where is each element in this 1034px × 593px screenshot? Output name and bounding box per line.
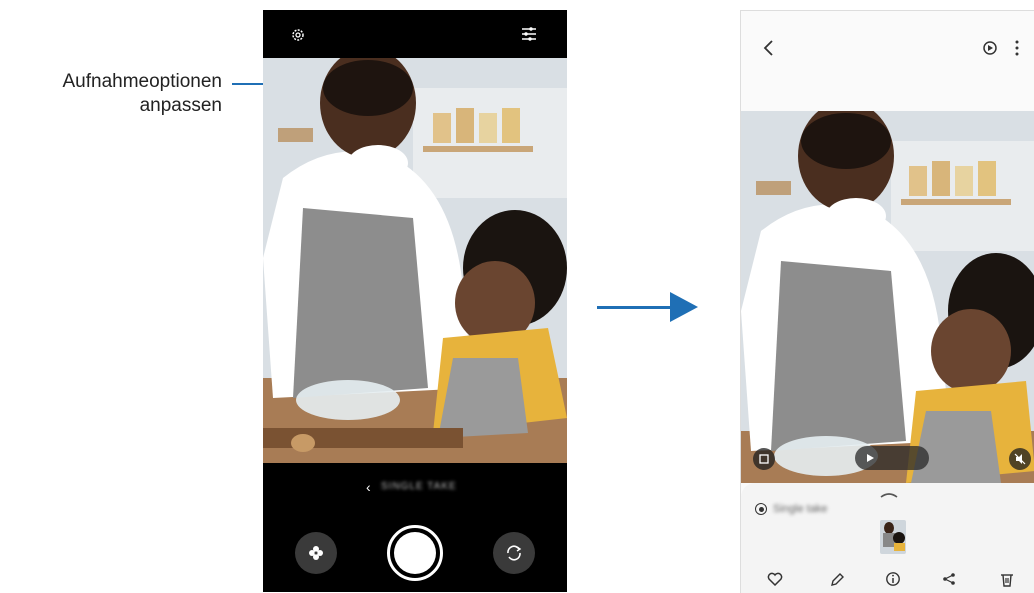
transition-arrow-line [597, 306, 677, 309]
screenshot-icon[interactable] [753, 448, 775, 470]
more-icon[interactable] [1007, 35, 1027, 61]
remaster-icon[interactable] [977, 35, 1003, 61]
chevron-left-icon[interactable]: ‹ [366, 479, 371, 495]
single-take-icon [755, 503, 767, 515]
back-icon[interactable] [755, 35, 781, 61]
callout-label: Aufnahmeoptionen anpassen [62, 70, 222, 118]
shutter-button[interactable] [387, 525, 443, 581]
filter-icon[interactable] [295, 532, 337, 574]
single-take-thumbnail[interactable] [880, 520, 906, 554]
sliders-icon[interactable] [517, 22, 541, 46]
gallery-photo-image [741, 111, 1034, 483]
gear-icon[interactable] [287, 24, 309, 46]
gallery-photo[interactable] [741, 111, 1034, 483]
single-take-label[interactable]: Single take [773, 503, 827, 515]
mute-icon[interactable] [1009, 448, 1031, 470]
callout-line-2: anpassen [139, 95, 222, 116]
share-icon[interactable] [937, 567, 961, 591]
camera-screen: ‹ SINGLE TAKE [263, 10, 567, 592]
gallery-screen: Single take [740, 10, 1034, 593]
info-icon[interactable] [881, 567, 905, 591]
camera-top-bar [263, 10, 567, 58]
viewfinder-photo [263, 58, 567, 463]
play-pill[interactable] [855, 446, 929, 470]
callout-line-1: Aufnahmeoptionen [62, 71, 222, 92]
edit-icon[interactable] [825, 567, 849, 591]
transition-arrow-head [670, 292, 698, 322]
panel-handle-icon[interactable] [879, 491, 899, 499]
delete-icon[interactable] [995, 567, 1019, 591]
camera-mode-label[interactable]: SINGLE TAKE [381, 481, 457, 492]
heart-icon[interactable] [763, 567, 787, 591]
shutter-inner [394, 532, 436, 574]
camera-viewfinder[interactable] [263, 58, 567, 463]
flip-camera-icon[interactable] [493, 532, 535, 574]
